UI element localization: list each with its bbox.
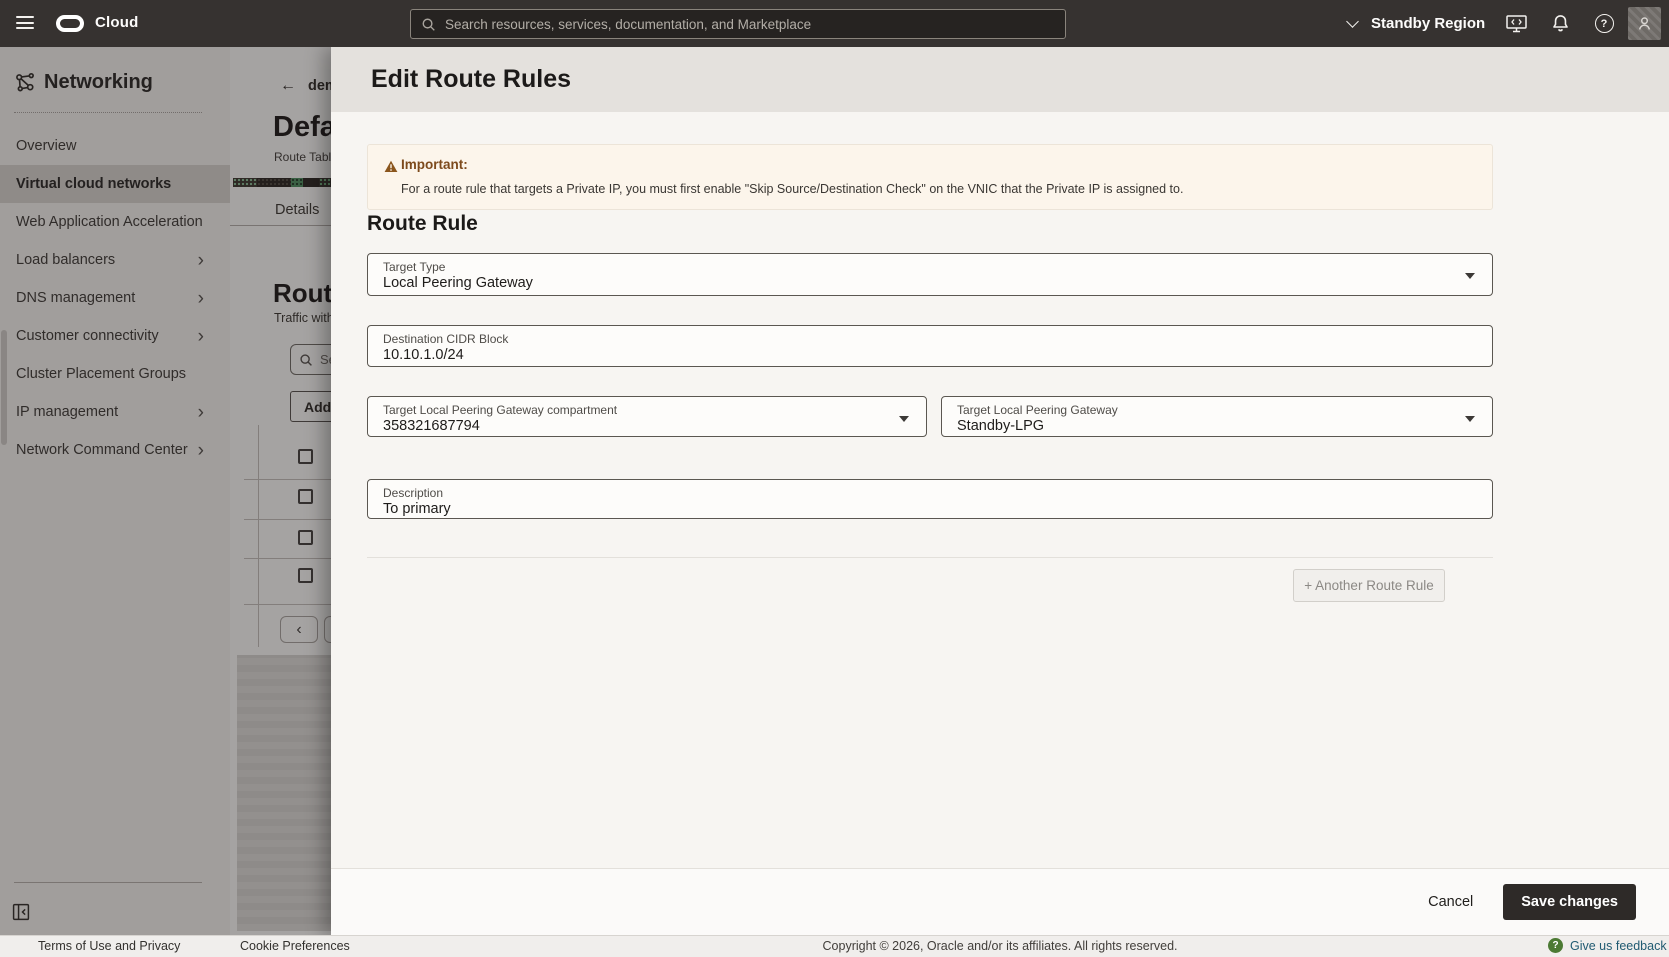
field-label: Target Type — [383, 260, 446, 274]
top-nav: Cloud Search resources, services, docume… — [0, 0, 1669, 47]
search-placeholder: Search resources, services, documentatio… — [445, 16, 812, 32]
target-lpg-select[interactable]: Target Local Peering Gateway Standby-LPG — [941, 396, 1493, 437]
person-icon — [1638, 17, 1651, 30]
warning-triangle-icon — [384, 160, 398, 178]
field-value: 358321687794 — [383, 418, 480, 434]
user-avatar[interactable] — [1628, 7, 1661, 40]
screen: Cloud Search resources, services, docume… — [0, 0, 1669, 957]
destination-cidr-input[interactable]: Destination CIDR Block 10.10.1.0/24 — [367, 325, 1493, 367]
field-value: To primary — [383, 501, 451, 517]
route-rule-section-title: Route Rule — [367, 212, 478, 235]
modal-title: Edit Route Rules — [371, 65, 572, 93]
save-changes-button[interactable]: Save changes — [1503, 884, 1636, 920]
caret-down-icon — [899, 416, 909, 422]
page-footer: Terms of Use and Privacy Cookie Preferen… — [0, 935, 1669, 957]
terms-link[interactable]: Terms of Use and Privacy — [38, 939, 180, 953]
notifications-bell-icon[interactable] — [1546, 0, 1574, 47]
field-label: Target Local Peering Gateway — [957, 403, 1118, 417]
region-selector[interactable]: Standby Region — [1346, 0, 1486, 47]
hamburger-menu-icon[interactable] — [16, 16, 34, 30]
caret-down-icon — [1465, 273, 1475, 279]
field-label: Target Local Peering Gateway compartment — [383, 403, 618, 417]
form-divider — [367, 557, 1493, 558]
feedback-help-icon: ? — [1548, 938, 1563, 953]
lpg-compartment-select[interactable]: Target Local Peering Gateway compartment… — [367, 396, 927, 437]
modal-header: Edit Route Rules — [331, 47, 1669, 112]
field-value: Standby-LPG — [957, 418, 1045, 434]
global-search-input[interactable]: Search resources, services, documentatio… — [410, 9, 1066, 39]
region-label: Standby Region — [1371, 15, 1486, 32]
oracle-logo-icon[interactable] — [56, 15, 84, 32]
brand-label: Cloud — [95, 14, 139, 31]
modal-dim-overlay — [0, 47, 331, 935]
cloud-shell-icon[interactable] — [1502, 0, 1530, 47]
warning-title: Important: — [401, 157, 468, 172]
field-value: Local Peering Gateway — [383, 275, 533, 291]
field-label: Description — [383, 486, 444, 500]
copyright-text: Copyright © 2026, Oracle and/or its affi… — [822, 939, 1178, 953]
field-value: 10.10.1.0/24 — [383, 347, 464, 363]
warning-banner: Important: For a route rule that targets… — [367, 144, 1493, 210]
modal-body: Important: For a route rule that targets… — [331, 112, 1669, 868]
another-route-rule-button[interactable]: + Another Route Rule — [1293, 569, 1445, 602]
edit-route-rules-modal: Edit Route Rules Important: For a route … — [331, 47, 1669, 935]
modal-footer: Cancel Save changes — [331, 868, 1669, 935]
help-icon[interactable]: ? — [1590, 0, 1618, 47]
chevron-down-icon — [1346, 15, 1359, 28]
cancel-button[interactable]: Cancel — [1428, 894, 1473, 910]
search-icon — [421, 17, 436, 32]
description-input[interactable]: Description To primary — [367, 479, 1493, 519]
caret-down-icon — [1465, 416, 1475, 422]
field-label: Destination CIDR Block — [383, 332, 509, 346]
feedback-label: Give us feedback — [1570, 938, 1667, 953]
warning-body: For a route rule that targets a Private … — [401, 182, 1184, 196]
give-feedback-link[interactable]: ? Give us feedback — [1548, 938, 1667, 953]
target-type-select[interactable]: Target Type Local Peering Gateway — [367, 253, 1493, 296]
cookie-preferences-link[interactable]: Cookie Preferences — [240, 939, 350, 953]
